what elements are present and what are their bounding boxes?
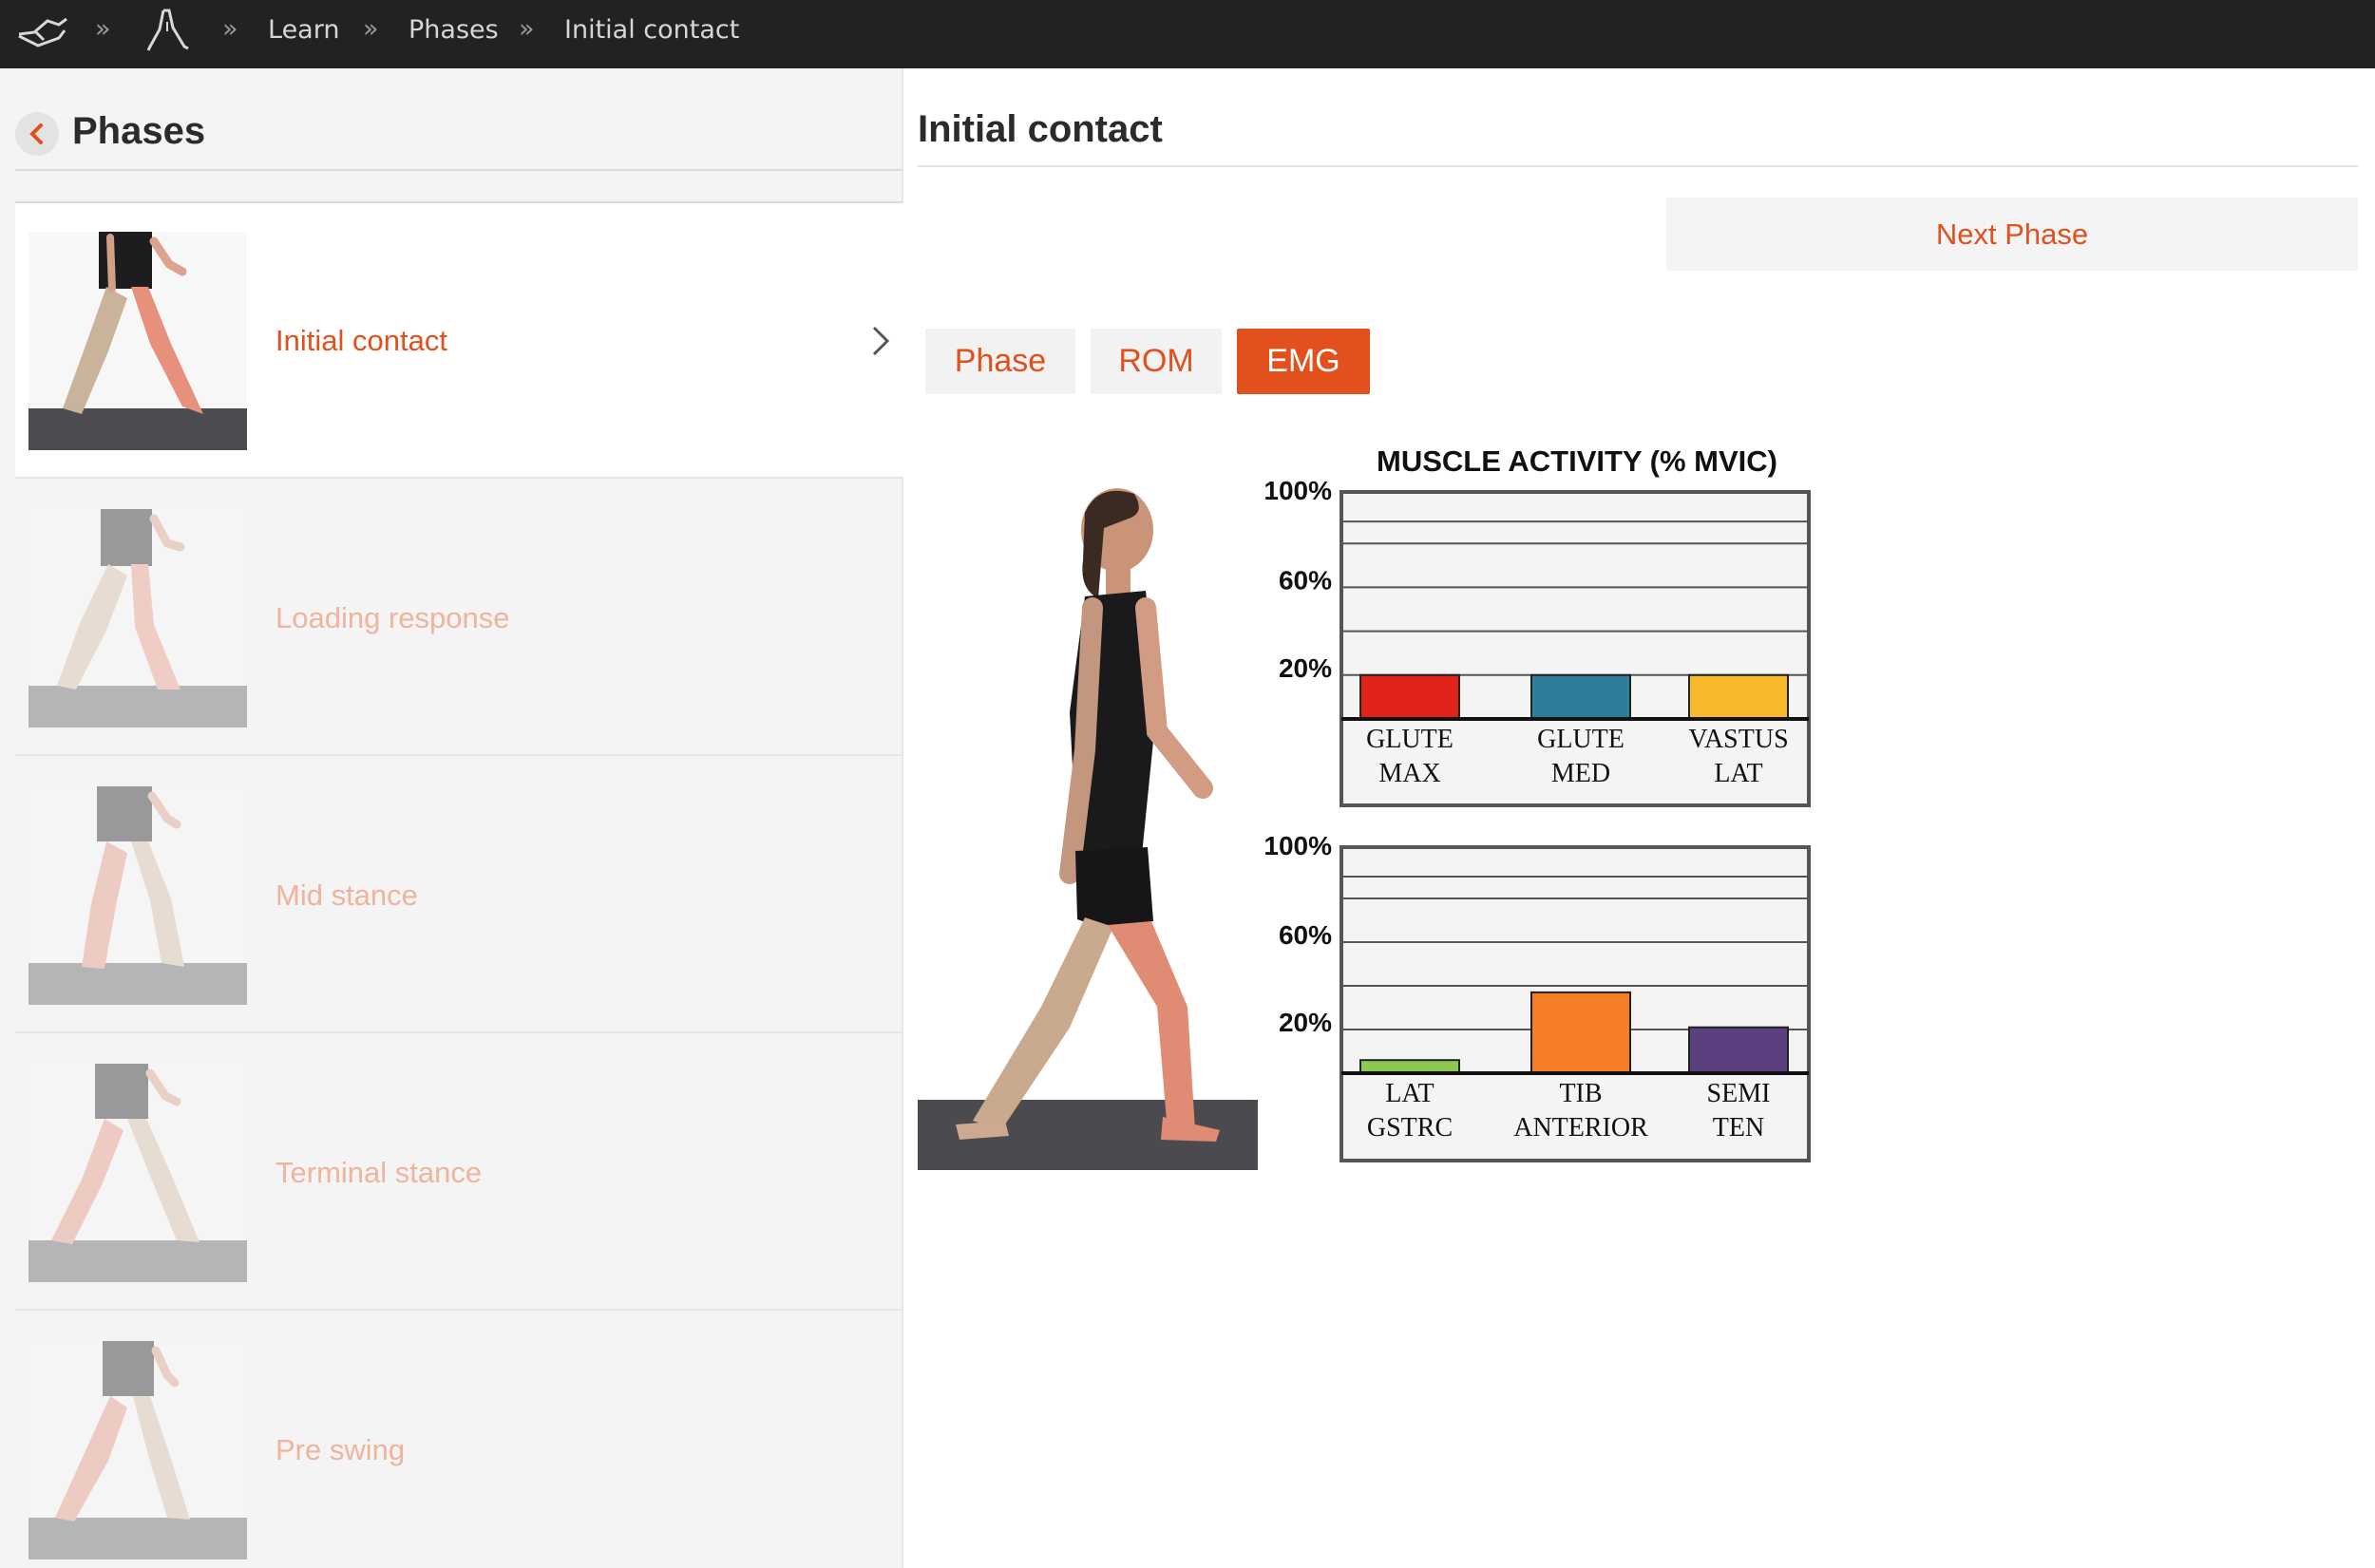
next-phase-button[interactable]: Next Phase xyxy=(1666,198,2358,271)
home-logo-icon[interactable] xyxy=(15,9,70,51)
chevron-left-icon xyxy=(29,123,43,144)
chevron-right-icon xyxy=(872,326,890,356)
phase-item-label: Mid stance xyxy=(276,878,418,912)
tab-emg[interactable]: EMG xyxy=(1237,329,1370,394)
phase-thumbnail xyxy=(28,786,247,1005)
bar xyxy=(1688,1026,1789,1075)
bar xyxy=(1359,1059,1460,1075)
sidebar-title: Phases xyxy=(72,110,206,152)
category-label: GLUTE xyxy=(1537,725,1624,754)
tab-phase[interactable]: Phase xyxy=(925,329,1075,394)
breadcrumb-separator: » xyxy=(95,14,111,44)
phase-item-initial-contact[interactable]: Initial contact xyxy=(15,203,903,479)
breadcrumb-separator: » xyxy=(363,14,379,44)
top-navigation-bar: » » Learn » Phases » Initial contact xyxy=(0,0,2375,68)
breadcrumb-current: Initial contact xyxy=(564,15,740,45)
phase-item-label: Terminal stance xyxy=(276,1156,483,1189)
bar xyxy=(1530,673,1631,721)
bar xyxy=(1359,673,1460,721)
category-label: ANTERIOR xyxy=(1513,1113,1648,1143)
phases-sidebar: Phases Initial contact Loading response … xyxy=(0,68,903,1568)
y-tick-label: 60% xyxy=(1279,565,1332,595)
phase-thumbnail xyxy=(28,1064,247,1282)
category-label: SEMI xyxy=(1707,1079,1771,1108)
chart-title: MUSCLE ACTIVITY (% MVIC) xyxy=(1377,444,1777,478)
category-label: TEN xyxy=(1713,1113,1764,1143)
category-label: GLUTE xyxy=(1366,725,1454,754)
bar xyxy=(1530,991,1631,1075)
phase-item-loading-response[interactable]: Loading response xyxy=(15,481,903,756)
category-label: VASTUS xyxy=(1688,725,1788,754)
walking-figure-image xyxy=(918,475,1258,1170)
divider xyxy=(15,169,903,171)
category-label: TIB xyxy=(1559,1079,1602,1108)
tab-rom[interactable]: ROM xyxy=(1091,329,1222,394)
phase-thumbnail xyxy=(28,1341,247,1559)
emg-chart: MUSCLE ACTIVITY (% MVIC) 100% 60% 20% GLUTE M… xyxy=(1254,437,1824,1178)
breadcrumb-separator: » xyxy=(519,14,535,44)
phase-item-pre-swing[interactable]: Pre swing xyxy=(15,1313,903,1568)
breadcrumb-separator: » xyxy=(222,14,238,44)
bar xyxy=(1688,673,1789,721)
y-tick-label: 60% xyxy=(1279,920,1332,950)
phase-item-label: Pre swing xyxy=(276,1433,406,1466)
category-label: MAX xyxy=(1378,759,1440,788)
phase-thumbnail xyxy=(28,232,247,450)
category-label: LAT xyxy=(1385,1079,1434,1108)
y-tick-label: 100% xyxy=(1264,831,1332,860)
y-tick-label: 20% xyxy=(1279,653,1332,683)
walking-legs-icon[interactable] xyxy=(144,7,192,54)
category-label: LAT xyxy=(1714,759,1762,788)
phase-thumbnail xyxy=(28,509,247,727)
y-tick-label: 20% xyxy=(1279,1008,1332,1037)
phase-item-label: Initial contact xyxy=(276,324,447,357)
divider xyxy=(918,165,2358,167)
back-button[interactable] xyxy=(15,112,59,156)
breadcrumb-learn[interactable]: Learn xyxy=(268,0,339,61)
phase-item-mid-stance[interactable]: Mid stance xyxy=(15,758,903,1033)
phase-item-label: Loading response xyxy=(276,601,510,634)
category-label: MED xyxy=(1551,759,1610,788)
category-label: GSTRC xyxy=(1367,1113,1453,1143)
y-tick-label: 100% xyxy=(1264,476,1332,505)
breadcrumb-phases[interactable]: Phases xyxy=(408,0,499,61)
page-title: Initial contact xyxy=(918,108,1163,150)
phase-item-terminal-stance[interactable]: Terminal stance xyxy=(15,1035,903,1311)
